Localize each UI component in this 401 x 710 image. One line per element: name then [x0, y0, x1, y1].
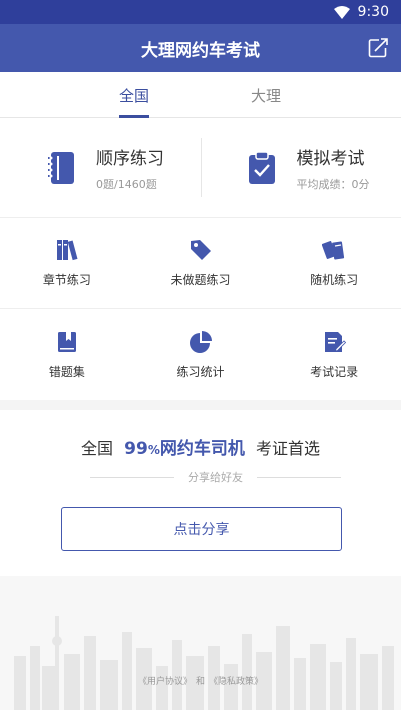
share-divider: 分享给好友 — [90, 470, 341, 484]
promo-section: 全国 99%网约车司机 考证首选 分享给好友 点击分享 — [0, 410, 401, 580]
exam-records-button[interactable]: 考试记录 — [267, 309, 401, 400]
promo-percent-sign: % — [147, 443, 160, 457]
sequential-practice-progress: 0题/1460题 — [96, 177, 157, 191]
document-edit-icon — [325, 331, 347, 352]
status-time: 9:30 — [357, 4, 389, 20]
user-agreement-link[interactable]: 《用户协议》 — [138, 677, 192, 687]
promo-slogan: 全国 99%网约车司机 考证首选 — [0, 434, 401, 459]
unanswered-practice-button[interactable]: 未做题练习 — [134, 218, 268, 308]
tab-dali[interactable]: 大理 — [246, 72, 286, 118]
cards-icon — [322, 241, 345, 260]
region-tabs: 全国 大理 — [0, 72, 401, 118]
chapter-practice-button[interactable]: 章节练习 — [0, 218, 134, 308]
legal-and-text: 和 — [195, 677, 205, 687]
exam-records-label: 考试记录 — [310, 364, 359, 379]
promo-prefix: 全国 — [81, 439, 114, 458]
promo-highlight: 99%网约车司机 — [124, 439, 245, 459]
wrong-questions-button[interactable]: 错题集 — [0, 309, 134, 400]
sequential-practice-card[interactable]: 顺序练习 0题/1460题 — [0, 118, 201, 217]
practice-stats-label: 练习统计 — [176, 364, 225, 379]
legal-links: 《用户协议》和《隐私政策》 — [0, 674, 401, 687]
divider-line — [257, 476, 341, 478]
notebook-icon — [48, 151, 74, 184]
app-header: 大理网约车考试 — [0, 24, 401, 72]
mock-exam-title: 模拟考试 — [296, 148, 365, 169]
tab-dali-label: 大理 — [250, 86, 281, 105]
tab-national-label: 全国 — [118, 86, 149, 105]
random-practice-label: 随机练习 — [310, 273, 359, 287]
share-button[interactable]: 点击分享 — [61, 507, 342, 551]
promo-highlight-text: 网约车司机 — [159, 439, 245, 459]
sequential-practice-title: 顺序练习 — [96, 148, 164, 169]
status-bar: 9:30 — [0, 0, 401, 24]
wifi-icon — [333, 5, 350, 19]
divider-line — [90, 476, 174, 478]
mock-exam-card[interactable]: 模拟考试 平均成绩：0分 — [200, 118, 401, 217]
grid-row: 错题集 练习统计 考试记录 — [0, 309, 401, 400]
share-icon[interactable] — [367, 37, 389, 59]
page-title: 大理网约车考试 — [141, 40, 260, 61]
pie-chart-icon — [189, 330, 212, 353]
practice-grid: 章节练习 未做题练习 随机练习 错题集 练习统计 考试记录 — [0, 218, 401, 400]
privacy-policy-link[interactable]: 《隐私政策》 — [209, 677, 263, 687]
tab-national[interactable]: 全国 — [114, 72, 154, 118]
tag-icon — [190, 240, 211, 260]
footer: 《用户协议》和《隐私政策》 — [0, 576, 401, 710]
clipboard-check-icon — [248, 150, 275, 184]
practice-stats-button[interactable]: 练习统计 — [134, 309, 268, 400]
share-button-label: 点击分享 — [173, 522, 230, 538]
mock-exam-average-score: 平均成绩：0分 — [296, 177, 370, 191]
grid-row: 章节练习 未做题练习 随机练习 — [0, 218, 401, 309]
promo-percent-number: 99 — [124, 439, 148, 459]
city-skyline-illustration — [14, 616, 394, 710]
chapter-practice-label: 章节练习 — [42, 273, 91, 287]
random-practice-button[interactable]: 随机练习 — [267, 218, 401, 308]
promo-suffix: 考证首选 — [255, 439, 320, 458]
bookmark-book-icon — [57, 331, 76, 352]
share-with-friends-text: 分享给好友 — [188, 471, 243, 484]
wrong-questions-label: 错题集 — [48, 364, 85, 379]
main-practice-cards: 顺序练习 0题/1460题 模拟考试 平均成绩：0分 — [0, 118, 401, 218]
books-icon — [56, 240, 78, 261]
unanswered-practice-label: 未做题练习 — [170, 273, 231, 287]
